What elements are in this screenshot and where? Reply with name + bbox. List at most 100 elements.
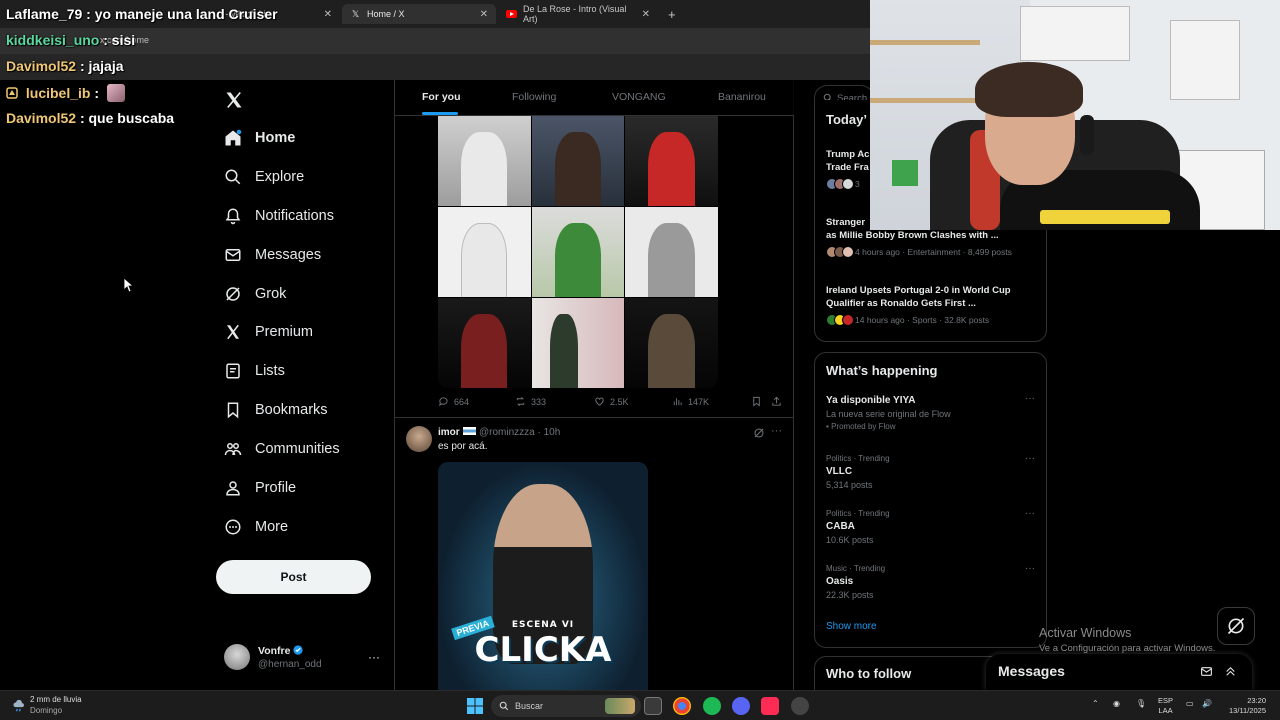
trend-more-button[interactable]: ··· (1025, 453, 1035, 464)
sidebar-item-label: Profile (255, 480, 297, 496)
promoted-text: Promoted by Flow (831, 422, 896, 431)
share-button[interactable] (771, 396, 787, 407)
close-icon[interactable]: ✕ (324, 9, 332, 20)
timeline: For you Following VONGANG Bananirou 664 … (394, 80, 794, 690)
trend-more-button[interactable]: ··· (1025, 563, 1035, 574)
tweet-author-name[interactable]: imor (438, 427, 476, 438)
chrome-icon[interactable] (673, 697, 691, 715)
account-switcher[interactable]: Vonfre @hernan_odd ··· (224, 642, 384, 676)
x-logo-icon[interactable] (224, 90, 244, 110)
system-clock[interactable]: 23:20 13/11/2025 (1222, 696, 1266, 716)
poster-title: CLICKA (474, 630, 612, 670)
mouse-cursor-icon (124, 278, 134, 292)
network-icon[interactable]: ◉ (1113, 699, 1120, 708)
grok-icon[interactable] (753, 427, 765, 439)
tweet-actions: 664 333 2.5K 147K (438, 396, 788, 410)
sidebar-item-messages[interactable]: Messages (224, 241, 321, 269)
tweet-author-handle[interactable]: @rominzzza · 10h (479, 427, 560, 438)
avatar-stack (826, 246, 854, 258)
clock-date: 13/11/2025 (1229, 706, 1266, 715)
sidebar-item-explore[interactable]: Explore (224, 163, 304, 191)
tab-for-you[interactable]: For you (422, 91, 461, 103)
messages-drawer[interactable]: Messages (986, 654, 1252, 690)
tweet-divider (395, 417, 794, 418)
trend-more-button[interactable]: ··· (1025, 508, 1035, 519)
volume-icon[interactable]: 🔊 (1202, 699, 1212, 708)
tab-following[interactable]: Following (512, 91, 556, 103)
rain-cloud-icon (13, 699, 24, 712)
chevron-up-icon[interactable] (1224, 665, 1237, 678)
grid-image (625, 298, 718, 388)
trend-item[interactable]: Politics · Trending VLLC 5,314 posts (826, 454, 1038, 490)
tab-title: De La Rose - Intro (Visual Art) (523, 4, 627, 24)
tab-bananirou[interactable]: Bananirou (718, 91, 766, 103)
chat-username: Davimol52 (6, 110, 77, 126)
like-button[interactable]: 2.5K (594, 396, 629, 407)
spotify-icon[interactable] (703, 697, 721, 715)
bookmark-button[interactable] (751, 396, 767, 407)
chevron-up-icon[interactable]: ⌃ (1092, 699, 1099, 708)
watermark-line1: Activar Windows (1039, 626, 1132, 640)
post-button[interactable]: Post (216, 560, 371, 594)
tiktok-icon[interactable] (761, 697, 779, 715)
trend-item[interactable]: Music · Trending Oasis 22.3K posts (826, 564, 1038, 600)
sidebar-item-bookmarks[interactable]: Bookmarks (224, 396, 328, 424)
reply-button[interactable]: 664 (438, 396, 469, 407)
language-indicator[interactable]: ESP LAA (1158, 696, 1173, 716)
sidebar-item-notifications[interactable]: Notifications (224, 202, 334, 230)
repost-button[interactable]: 333 (515, 396, 546, 407)
show-more-link[interactable]: Show more (826, 621, 877, 632)
grid-image (625, 116, 718, 206)
heart-icon (595, 397, 604, 406)
grok-floating-button[interactable] (1217, 607, 1255, 645)
sidebar-item-label: Notifications (255, 208, 334, 224)
tweet-image-grid[interactable] (438, 116, 718, 388)
sidebar-item-communities[interactable]: Communities (224, 435, 340, 463)
new-tab-button[interactable]: + (660, 4, 680, 24)
browser-tab-youtube[interactable]: De La Rose - Intro (Visual Art) ✕ (498, 4, 658, 24)
tweet-more-button[interactable]: ··· (771, 425, 782, 437)
trend-more-button[interactable]: ··· (1025, 393, 1035, 404)
sidebar-item-label: Lists (255, 363, 285, 379)
chat-message: Laflame_79 : yo maneje una land Cruiser (6, 6, 278, 22)
trend-item[interactable]: Politics · Trending CABA 10.6K posts (826, 509, 1038, 545)
obs-icon[interactable] (791, 697, 809, 715)
grid-image (438, 207, 531, 297)
account-more-button[interactable]: ··· (368, 650, 380, 664)
sidebar-item-grok[interactable]: Grok (224, 280, 286, 308)
news-item[interactable]: Ireland Upsets Portugal 2-0 in World Cup… (826, 284, 1038, 326)
webcam-shelf (870, 98, 980, 103)
account-handle: @hernan_odd (258, 659, 322, 670)
trend-category: Politics · Trending (826, 454, 890, 463)
sidebar-item-profile[interactable]: Profile (224, 474, 296, 502)
taskbar-search[interactable]: Buscar (491, 695, 641, 717)
trend-item-promoted[interactable]: Ya disponible YIYA La nueva serie origin… (826, 395, 1038, 431)
discord-icon[interactable] (732, 697, 750, 715)
sidebar-item-lists[interactable]: Lists (224, 357, 285, 385)
sidebar-item-premium[interactable]: Premium (224, 318, 313, 346)
bell-icon (224, 207, 242, 225)
browser-tab-x-home[interactable]: 𝕏 Home / X ✕ (342, 4, 496, 24)
sidebar-item-more[interactable]: More (224, 513, 288, 541)
wifi-icon[interactable]: ▭ (1186, 699, 1194, 708)
avatar[interactable] (406, 426, 432, 452)
avatar-stack (826, 314, 854, 326)
sidebar-item-label: Explore (255, 169, 305, 185)
tab-vongang[interactable]: VONGANG (612, 91, 666, 103)
tweet-media-image[interactable]: PREVIA ESCENA VI CLICKA (438, 462, 648, 690)
sidebar-item-label: Premium (255, 324, 314, 340)
search-icon (499, 701, 509, 711)
views-button[interactable]: 147K (672, 396, 709, 407)
sidebar-item-home[interactable]: Home (224, 124, 295, 152)
sidebar-item-label: More (255, 519, 289, 535)
grid-image (625, 207, 718, 297)
windows-start-icon[interactable] (467, 698, 483, 714)
task-view-icon[interactable] (644, 697, 662, 715)
close-icon[interactable]: ✕ (642, 9, 650, 20)
weather-widget[interactable]: 2 mm de lluvia Domingo (10, 695, 82, 715)
close-icon[interactable]: ✕ (480, 9, 488, 20)
new-message-icon[interactable] (1200, 665, 1213, 678)
microphone-icon[interactable]: 🎙 (1136, 699, 1146, 708)
webcam-poster (1170, 20, 1240, 100)
sidebar-item-label: Grok (255, 286, 287, 302)
